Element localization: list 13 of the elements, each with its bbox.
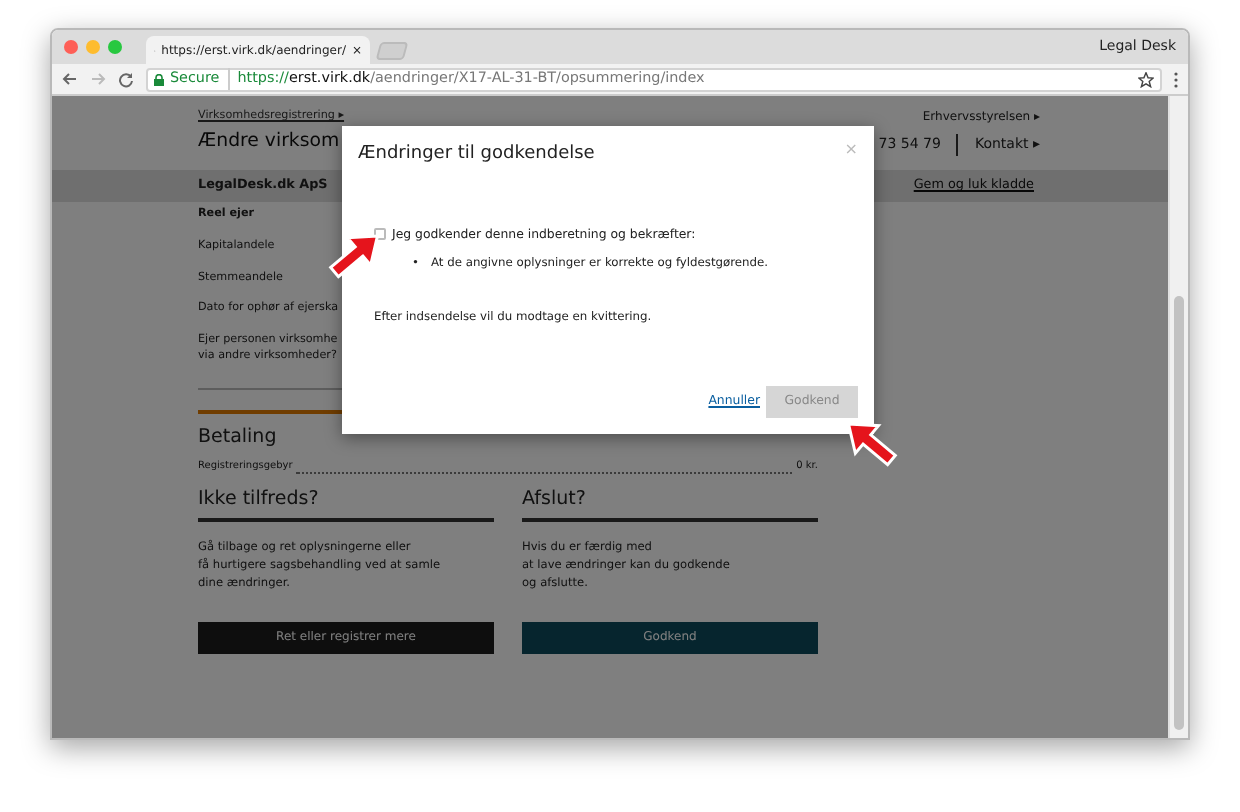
new-tab-button[interactable] (375, 42, 409, 60)
section-heading: Betaling (198, 423, 279, 452)
section-heading: Ikke tilfreds? (198, 481, 494, 523)
back-icon[interactable] (62, 72, 78, 86)
page-title: Ændre virksom (198, 128, 342, 157)
forward-icon[interactable] (90, 72, 106, 86)
section-heading: Afslut? (522, 481, 818, 523)
modal-title: Ændringer til godkendelse (358, 142, 595, 168)
scrollbar-thumb[interactable] (1174, 296, 1184, 730)
bookmark-star-icon[interactable] (1138, 71, 1154, 87)
scrollbar[interactable] (1168, 96, 1188, 738)
reload-icon[interactable] (118, 71, 134, 87)
lock-icon (154, 73, 164, 85)
